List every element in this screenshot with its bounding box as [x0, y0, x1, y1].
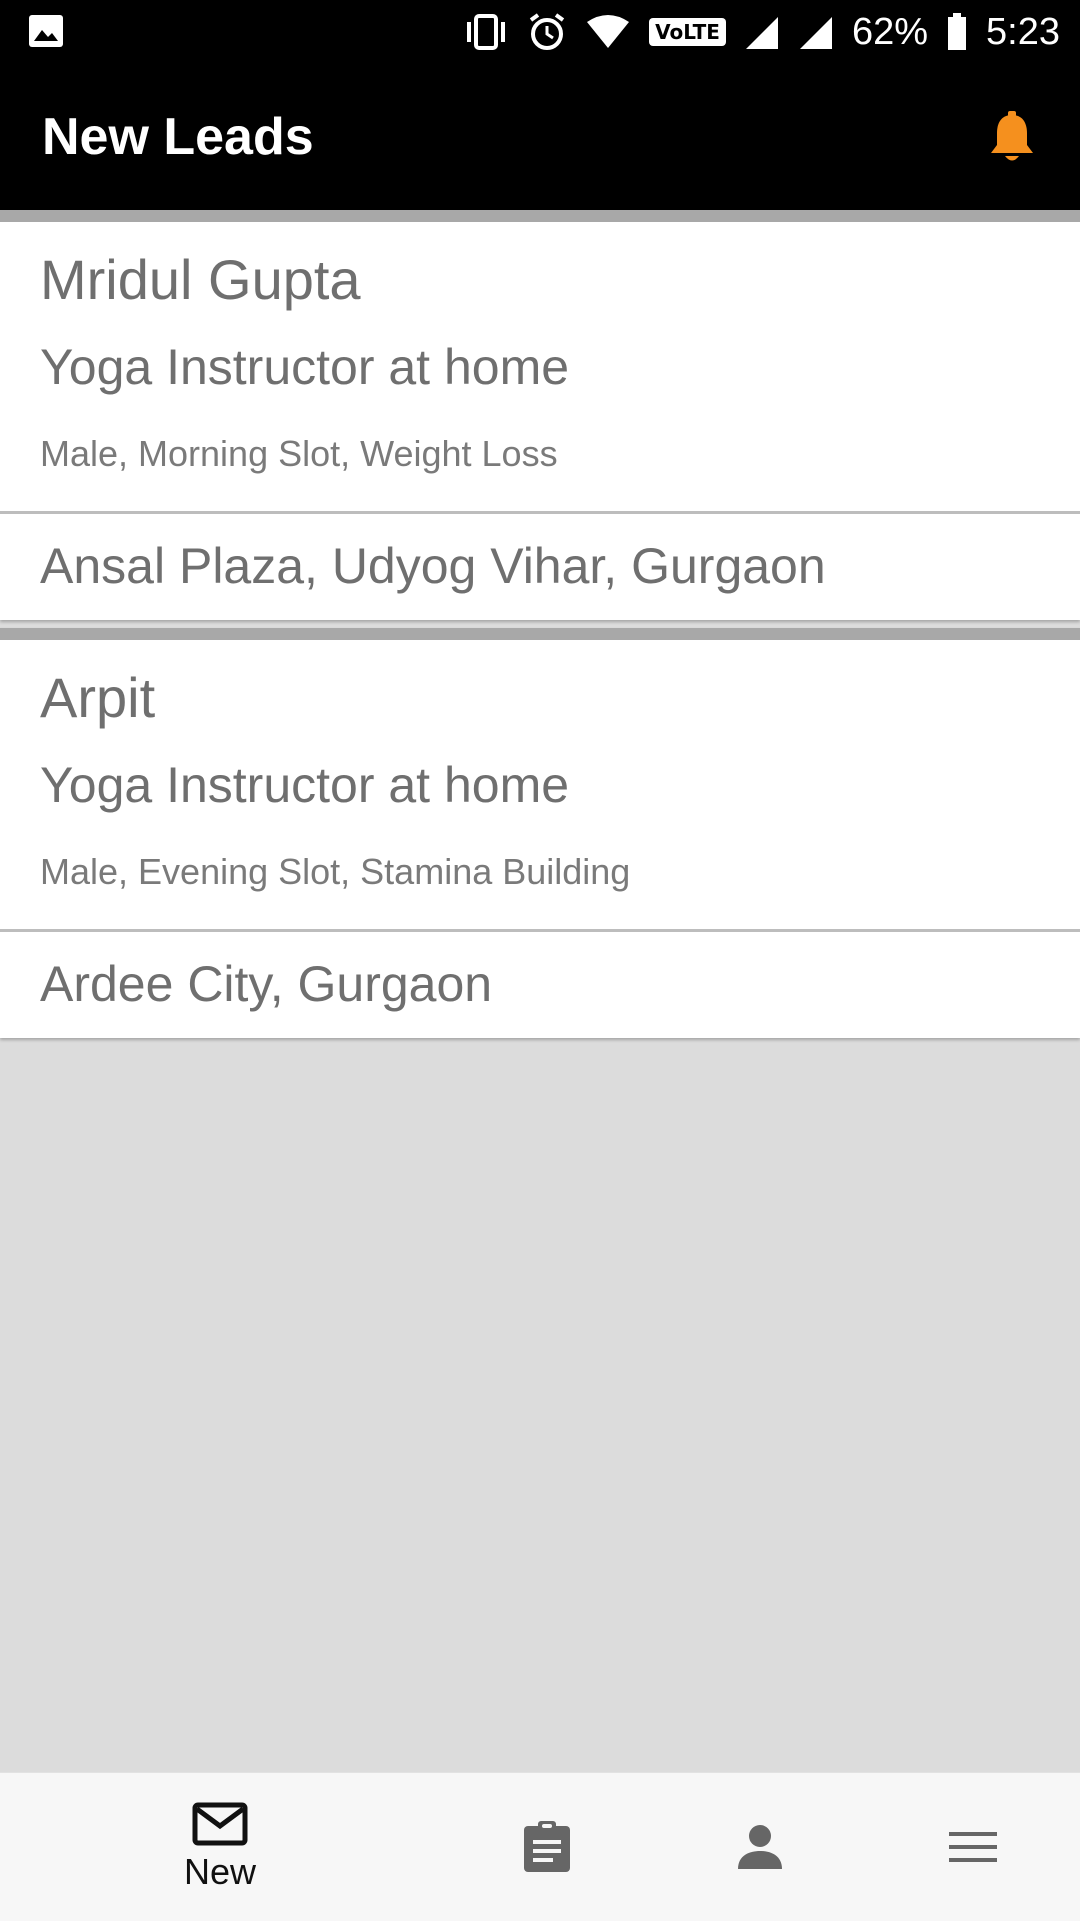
- clipboard-icon: [524, 1821, 570, 1872]
- notifications-button[interactable]: [980, 104, 1044, 168]
- nav-item-tasks[interactable]: [497, 1773, 597, 1921]
- signal-icon: [744, 13, 780, 51]
- clock-time: 5:23: [986, 11, 1060, 53]
- page-title: New Leads: [42, 108, 314, 166]
- battery-icon: [946, 12, 968, 52]
- leads-list: Mridul Gupta Yoga Instructor at home Mal…: [0, 210, 1080, 1772]
- lead-location: Ansal Plaza, Udyog Vihar, Gurgaon: [40, 538, 826, 594]
- lead-location-row: Ardee City, Gurgaon: [0, 932, 1080, 1038]
- app-bar: New Leads: [0, 64, 1080, 210]
- lead-card[interactable]: Mridul Gupta Yoga Instructor at home Mal…: [0, 210, 1080, 620]
- nav-item-new[interactable]: New: [140, 1773, 300, 1921]
- lead-name: Arpit: [40, 666, 156, 729]
- image-icon: [28, 14, 64, 48]
- person-icon: [738, 1825, 782, 1869]
- lead-location-row: Ansal Plaza, Udyog Vihar, Gurgaon: [0, 514, 1080, 620]
- menu-icon: [949, 1832, 997, 1862]
- lead-details: Male, Morning Slot, Weight Loss: [40, 433, 558, 474]
- nav-item-menu[interactable]: [923, 1773, 1023, 1921]
- lead-card[interactable]: Arpit Yoga Instructor at home Male, Even…: [0, 628, 1080, 1038]
- vibrate-icon: [463, 12, 509, 52]
- lead-name: Mridul Gupta: [40, 248, 361, 311]
- status-icons: VoLTE 62% 5:23: [463, 8, 1060, 56]
- signal-icon: [798, 13, 834, 51]
- bottom-navigation: New: [0, 1772, 1080, 1921]
- status-bar: VoLTE 62% 5:23: [0, 0, 1080, 64]
- lead-location: Ardee City, Gurgaon: [40, 956, 493, 1012]
- lead-info: Mridul Gupta Yoga Instructor at home Mal…: [0, 222, 1080, 514]
- lead-details: Male, Evening Slot, Stamina Building: [40, 851, 631, 892]
- lead-info: Arpit Yoga Instructor at home Male, Even…: [0, 640, 1080, 932]
- wifi-icon: [585, 14, 631, 50]
- alarm-icon: [527, 12, 567, 52]
- lead-service: Yoga Instructor at home: [40, 757, 570, 813]
- lead-service: Yoga Instructor at home: [40, 339, 570, 395]
- nav-label-new: New: [183, 1851, 257, 1893]
- volte-icon: VoLTE: [649, 18, 726, 46]
- battery-percent: 62%: [851, 11, 929, 53]
- bell-icon: [991, 111, 1033, 161]
- nav-item-profile[interactable]: [710, 1773, 810, 1921]
- mail-icon: [192, 1802, 248, 1846]
